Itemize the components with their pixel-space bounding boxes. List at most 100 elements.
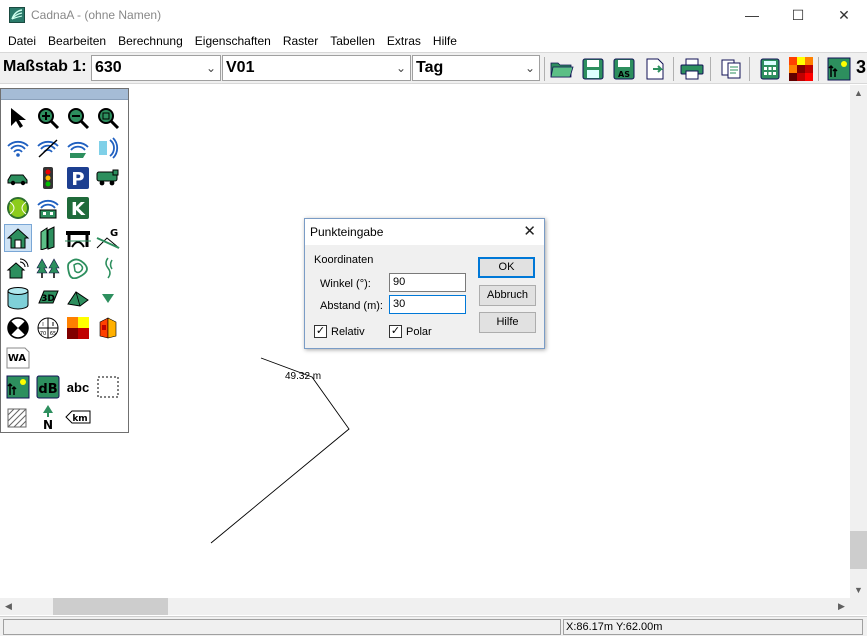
building-evaluation-icon[interactable] xyxy=(4,254,32,282)
vertical-area-source-icon[interactable] xyxy=(94,134,122,162)
k-object-icon[interactable]: K xyxy=(64,194,92,222)
save-icon[interactable] xyxy=(580,56,606,82)
industrial-building-icon[interactable] xyxy=(34,194,62,222)
scale-value: 630 xyxy=(95,59,122,76)
menu-datei[interactable]: Datei xyxy=(2,34,42,48)
chevron-down-icon: ⌄ xyxy=(524,61,535,75)
bitmap-icon[interactable] xyxy=(826,56,852,82)
menu-tabellen[interactable]: Tabellen xyxy=(324,34,381,48)
cancel-button[interactable]: Abbruch xyxy=(479,285,536,306)
toolbar-separator xyxy=(749,57,750,81)
svg-text:II: II xyxy=(52,322,55,328)
calculator-icon[interactable] xyxy=(757,56,783,82)
punkteingabe-dialog: Punkteingabe ✕ Koordinaten Winkel (°): 9… xyxy=(304,218,545,349)
db-icon[interactable]: dB xyxy=(34,373,62,401)
scroll-down-icon[interactable]: ▼ xyxy=(850,582,867,599)
terrain-icon[interactable] xyxy=(64,284,92,312)
3d-reflector-icon[interactable]: 3D xyxy=(34,284,62,312)
auxiliary-polygon-icon[interactable] xyxy=(94,373,122,401)
receiver-icon[interactable] xyxy=(4,314,32,342)
embankment-icon[interactable]: G xyxy=(94,224,122,252)
window-title: CadnaA - (ohne Namen) xyxy=(31,8,162,22)
area-source-icon[interactable] xyxy=(64,134,92,162)
menu-berechnung[interactable]: Berechnung xyxy=(112,34,189,48)
dialog-close-button[interactable]: ✕ xyxy=(523,222,536,240)
cursor-coordinates: X:86.17m Y:62.00m xyxy=(563,619,863,635)
open-folder-icon[interactable] xyxy=(549,56,575,82)
print-icon[interactable] xyxy=(679,56,705,82)
status-message xyxy=(3,619,561,635)
km-marker-icon[interactable]: km xyxy=(64,403,92,431)
hatch-icon[interactable] xyxy=(4,403,32,431)
polar-label[interactable]: Polar xyxy=(406,326,432,338)
cadnaa-app-icon xyxy=(9,7,25,23)
vegetation-icon[interactable] xyxy=(34,254,62,282)
road-icon[interactable] xyxy=(4,164,32,192)
polar-checkbox[interactable]: ✓ xyxy=(389,325,402,338)
noise-map-icon[interactable] xyxy=(64,314,92,342)
cylinder-icon[interactable] xyxy=(4,284,32,312)
menu-eigenschaften[interactable]: Eigenschaften xyxy=(189,34,277,48)
variant-value: V01 xyxy=(226,59,255,76)
road-polyline[interactable] xyxy=(210,357,350,544)
building-icon[interactable] xyxy=(4,224,32,252)
toolbar-separator xyxy=(818,57,819,81)
help-button[interactable]: Hilfe xyxy=(479,312,536,333)
relative-checkbox[interactable]: ✓ xyxy=(314,325,327,338)
line-source-icon[interactable] xyxy=(34,134,62,162)
bitmap-icon[interactable] xyxy=(4,373,32,401)
maximize-button[interactable]: ☐ xyxy=(775,0,821,30)
scroll-up-icon[interactable]: ▲ xyxy=(850,85,867,102)
railway-icon[interactable] xyxy=(94,164,122,192)
zoom-in-icon[interactable] xyxy=(34,104,62,132)
vertical-scroll-thumb[interactable] xyxy=(850,531,867,569)
distance-input[interactable]: 30 xyxy=(389,295,466,314)
svg-text:G: G xyxy=(110,228,118,239)
ok-button[interactable]: OK xyxy=(478,257,535,278)
text-icon[interactable]: abc xyxy=(64,373,92,401)
contour-line-icon[interactable] xyxy=(64,254,92,282)
relative-label[interactable]: Relativ xyxy=(331,326,365,338)
tool-palette: P K G 3D I II 70 65 WA dB abc N km xyxy=(0,88,129,433)
minimize-button[interactable]: — xyxy=(729,0,775,30)
vertical-scrollbar[interactable]: ▲ ▼ xyxy=(850,85,867,599)
height-point-icon[interactable] xyxy=(94,254,122,282)
menu-raster[interactable]: Raster xyxy=(277,34,324,48)
chevron-down-icon: ⌄ xyxy=(205,61,216,75)
facade-map-icon[interactable] xyxy=(94,314,122,342)
horizontal-scroll-thumb[interactable] xyxy=(53,598,168,615)
point-source-icon[interactable] xyxy=(4,134,32,162)
angle-input[interactable]: 90 xyxy=(389,273,466,292)
toolbar-separator xyxy=(673,57,674,81)
triangle-icon[interactable] xyxy=(94,284,122,312)
north-arrow-icon[interactable]: N xyxy=(34,403,62,431)
variant-combobox[interactable]: V01 ⌄ xyxy=(222,55,411,81)
pointer-icon[interactable] xyxy=(4,104,32,132)
dialog-title-bar[interactable]: Punkteingabe ✕ xyxy=(305,219,544,245)
close-window-button[interactable]: ✕ xyxy=(821,0,867,30)
parking-lot-icon[interactable]: P xyxy=(64,164,92,192)
bridge-icon[interactable] xyxy=(64,224,92,252)
zoom-out-icon[interactable] xyxy=(64,104,92,132)
traffic-light-icon[interactable] xyxy=(34,164,62,192)
export-icon[interactable] xyxy=(642,56,668,82)
scale-combobox[interactable]: 630 ⌄ xyxy=(91,55,221,81)
scroll-left-icon[interactable]: ◀ xyxy=(0,598,17,615)
copy-icon[interactable] xyxy=(718,56,744,82)
land-use-icon[interactable]: WA xyxy=(4,344,32,372)
noise-grid-icon[interactable] xyxy=(788,56,814,82)
scroll-right-icon[interactable]: ▶ xyxy=(833,598,850,615)
menu-extras[interactable]: Extras xyxy=(381,34,427,48)
period-combobox[interactable]: Tag ⌄ xyxy=(412,55,540,81)
svg-text:65: 65 xyxy=(50,331,56,337)
menu-hilfe[interactable]: Hilfe xyxy=(427,34,463,48)
barrier-icon[interactable] xyxy=(34,224,62,252)
horizontal-scrollbar[interactable]: ◀ ▶ xyxy=(0,598,850,615)
menu-bar: Datei Bearbeiten Berechnung Eigenschafte… xyxy=(0,30,867,51)
grid-icon[interactable]: I II 70 65 xyxy=(34,314,62,342)
palette-title-bar[interactable] xyxy=(1,89,128,100)
save-as-icon[interactable]: AS xyxy=(611,56,637,82)
menu-bearbeiten[interactable]: Bearbeiten xyxy=(42,34,112,48)
tennis-icon[interactable] xyxy=(4,194,32,222)
zoom-window-icon[interactable] xyxy=(94,104,122,132)
